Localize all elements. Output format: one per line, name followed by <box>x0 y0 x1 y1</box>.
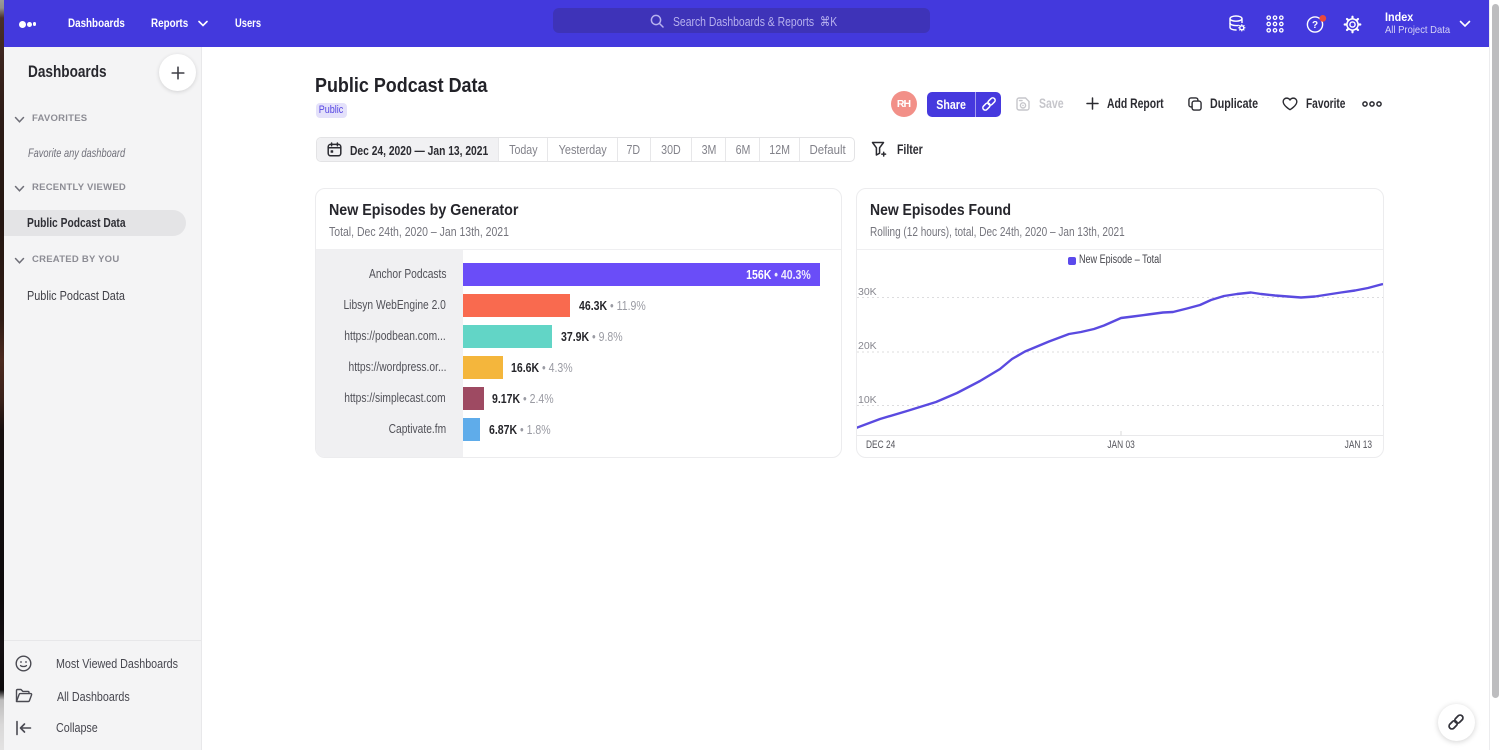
svg-text:?: ? <box>1312 20 1318 31</box>
